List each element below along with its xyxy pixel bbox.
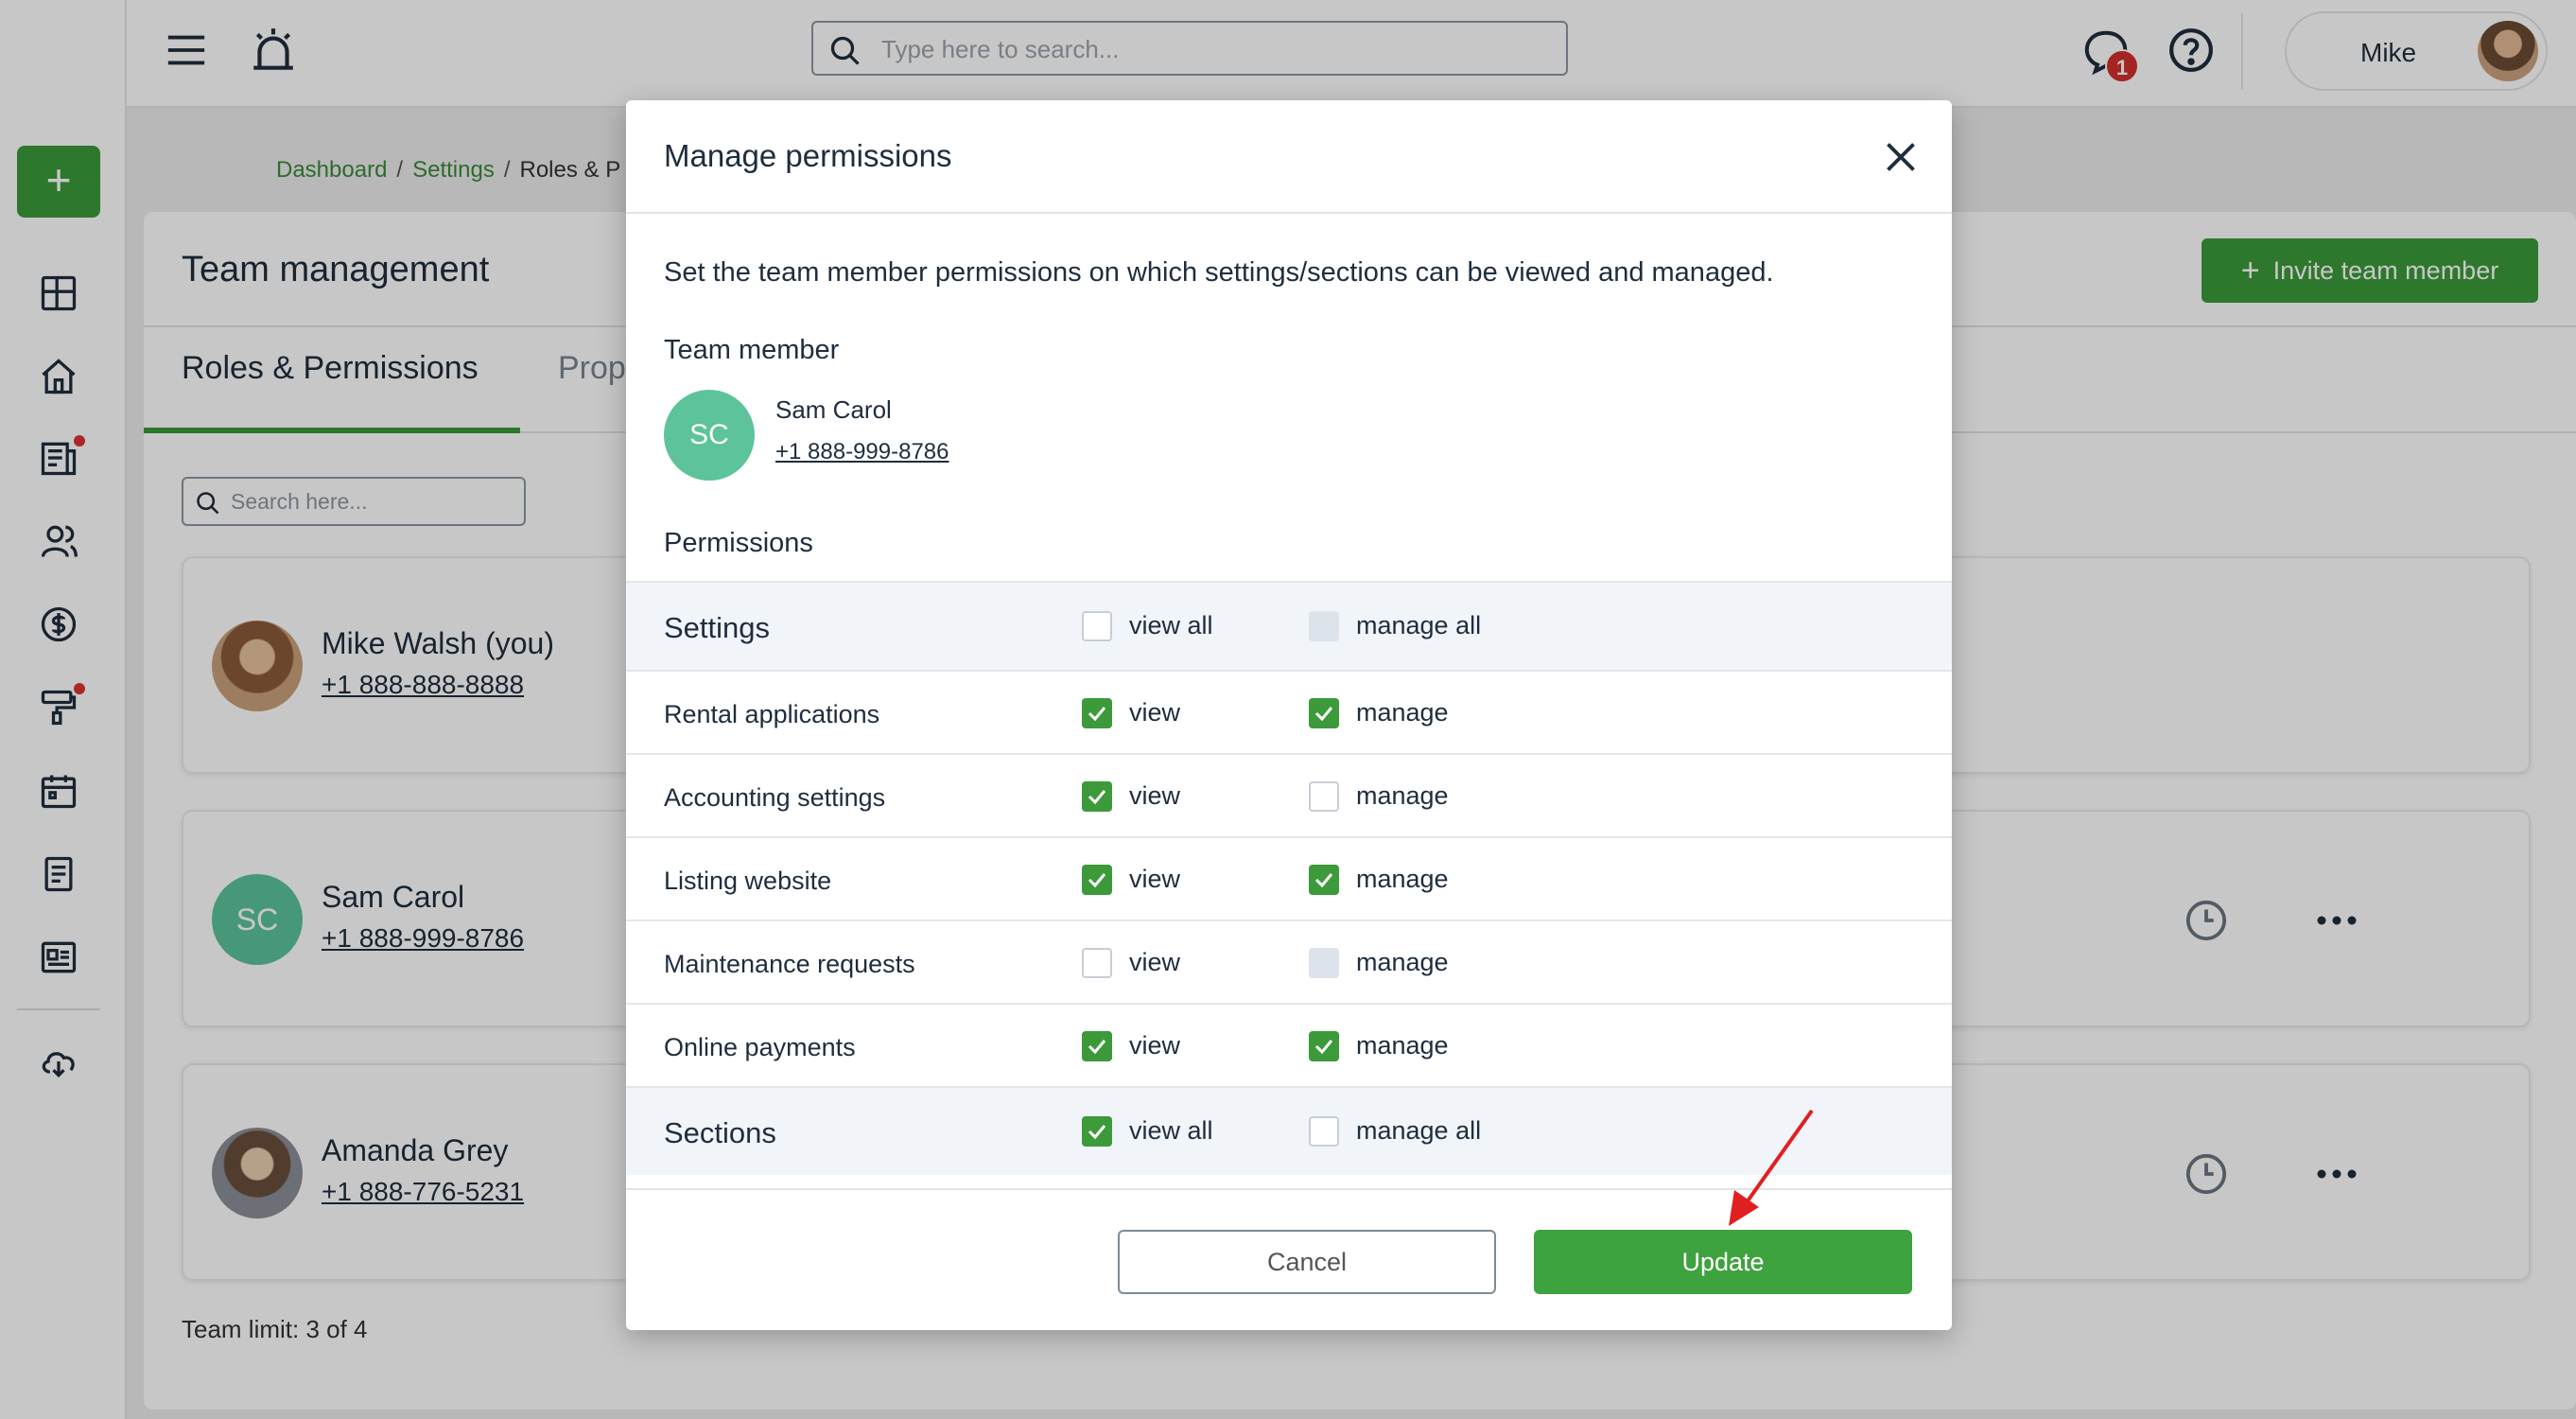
check-icon bbox=[1088, 1125, 1106, 1140]
permission-label: Maintenance requests bbox=[664, 950, 915, 978]
manage-label: manage bbox=[1356, 698, 1449, 727]
view-label: view bbox=[1129, 865, 1181, 893]
view-checkbox[interactable] bbox=[1082, 948, 1112, 978]
view-label: view bbox=[1129, 781, 1181, 810]
check-icon bbox=[1088, 873, 1106, 888]
permission-group-settings: Settings view all manage all bbox=[626, 581, 1952, 670]
team-member-label: Team member bbox=[664, 335, 840, 365]
view-label: view bbox=[1129, 698, 1181, 727]
manage-all-checkbox[interactable] bbox=[1309, 1116, 1339, 1147]
close-icon[interactable] bbox=[1884, 140, 1918, 174]
permission-label: Online payments bbox=[664, 1033, 856, 1061]
view-label: view bbox=[1129, 948, 1181, 976]
check-icon bbox=[1314, 707, 1333, 722]
manage-label: manage all bbox=[1356, 611, 1482, 639]
check-icon bbox=[1088, 790, 1106, 805]
view-all-checkbox[interactable] bbox=[1082, 611, 1112, 641]
permission-row-online-payments: Online payments view manage bbox=[626, 1003, 1952, 1086]
permission-row-accounting-settings: Accounting settings view manage bbox=[626, 753, 1952, 836]
manage-checkbox[interactable] bbox=[1309, 698, 1339, 728]
team-member-phone[interactable]: +1 888-999-8786 bbox=[775, 439, 949, 465]
permission-row-listing-website: Listing website view manage bbox=[626, 836, 1952, 920]
permissions-label: Permissions bbox=[664, 528, 813, 558]
permission-label: Settings bbox=[664, 611, 771, 644]
view-label: view bbox=[1129, 1031, 1181, 1060]
permission-label: Sections bbox=[664, 1116, 776, 1149]
modal-header: Manage permissions bbox=[626, 100, 1952, 214]
update-button[interactable]: Update bbox=[1534, 1230, 1912, 1294]
modal-title: Manage permissions bbox=[664, 138, 952, 173]
avatar: SC bbox=[664, 390, 755, 481]
check-icon bbox=[1088, 1040, 1106, 1055]
manage-label: manage bbox=[1356, 1031, 1449, 1060]
check-icon bbox=[1314, 1040, 1333, 1055]
permission-label: Listing website bbox=[664, 867, 832, 895]
manage-label: manage bbox=[1356, 948, 1449, 976]
manage-all-checkbox bbox=[1309, 611, 1339, 641]
view-all-checkbox[interactable] bbox=[1082, 1116, 1112, 1147]
view-label: view all bbox=[1129, 1116, 1213, 1145]
manage-checkbox[interactable] bbox=[1309, 1031, 1339, 1061]
view-label: view all bbox=[1129, 611, 1213, 639]
cancel-button[interactable]: Cancel bbox=[1118, 1230, 1496, 1294]
view-checkbox[interactable] bbox=[1082, 698, 1112, 728]
manage-label: manage bbox=[1356, 865, 1449, 893]
view-checkbox[interactable] bbox=[1082, 781, 1112, 812]
permission-row-maintenance-requests: Maintenance requests view manage bbox=[626, 920, 1952, 1003]
check-icon bbox=[1088, 707, 1106, 722]
view-checkbox[interactable] bbox=[1082, 865, 1112, 895]
manage-label: manage all bbox=[1356, 1116, 1482, 1145]
check-icon bbox=[1314, 873, 1333, 888]
permission-row-rental-applications: Rental applications view manage bbox=[626, 670, 1952, 753]
modal-description: Set the team member permissions on which… bbox=[664, 257, 1774, 288]
permission-label: Accounting settings bbox=[664, 783, 886, 812]
manage-label: manage bbox=[1356, 781, 1449, 810]
manage-checkbox bbox=[1309, 948, 1339, 978]
manage-checkbox[interactable] bbox=[1309, 781, 1339, 812]
team-member-name: Sam Carol bbox=[775, 395, 892, 424]
annotation-arrow-icon bbox=[1721, 1103, 1825, 1230]
permission-label: Rental applications bbox=[664, 700, 880, 728]
manage-checkbox[interactable] bbox=[1309, 865, 1339, 895]
view-checkbox[interactable] bbox=[1082, 1031, 1112, 1061]
